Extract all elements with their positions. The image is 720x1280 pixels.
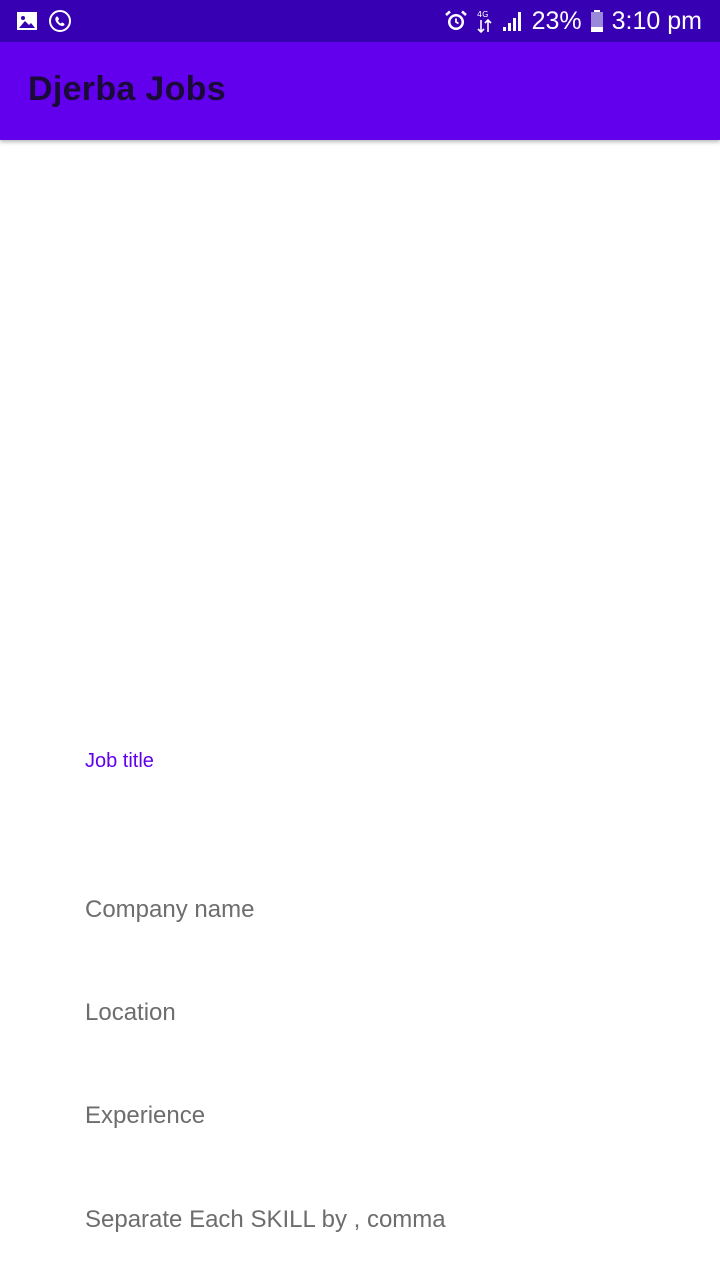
company-name-label: Company name — [85, 896, 255, 923]
image-icon — [16, 10, 38, 32]
app-bar: Djerba Jobs — [0, 42, 720, 140]
status-time: 3:10 pm — [611, 7, 702, 35]
app-title: Djerba Jobs — [28, 70, 226, 108]
location-label: Location — [85, 999, 176, 1026]
skills-field[interactable]: Separate Each SKILL by , comma — [85, 1206, 645, 1266]
signal-icon — [502, 10, 524, 32]
whatsapp-call-icon — [48, 9, 72, 33]
location-field[interactable]: Location — [85, 999, 645, 1059]
battery-icon — [590, 9, 604, 33]
experience-label: Experience — [85, 1102, 206, 1129]
alarm-icon — [444, 9, 468, 33]
skills-label: Separate Each SKILL by , comma — [85, 1206, 446, 1233]
job-title-field[interactable]: Job title — [85, 750, 645, 860]
status-bar: 4G 23% 3:10 pm — [0, 0, 720, 42]
battery-percent: 23% — [531, 7, 582, 35]
status-right-icons: 4G 23% 3:10 pm — [444, 0, 702, 42]
network-type-text: 4G — [477, 10, 488, 19]
data-arrows-icon: 4G — [476, 8, 494, 34]
job-title-label: Job title — [85, 750, 154, 772]
status-left-icons — [16, 9, 72, 33]
company-name-field[interactable]: Company name — [85, 896, 645, 956]
experience-field[interactable]: Experience — [85, 1102, 645, 1162]
